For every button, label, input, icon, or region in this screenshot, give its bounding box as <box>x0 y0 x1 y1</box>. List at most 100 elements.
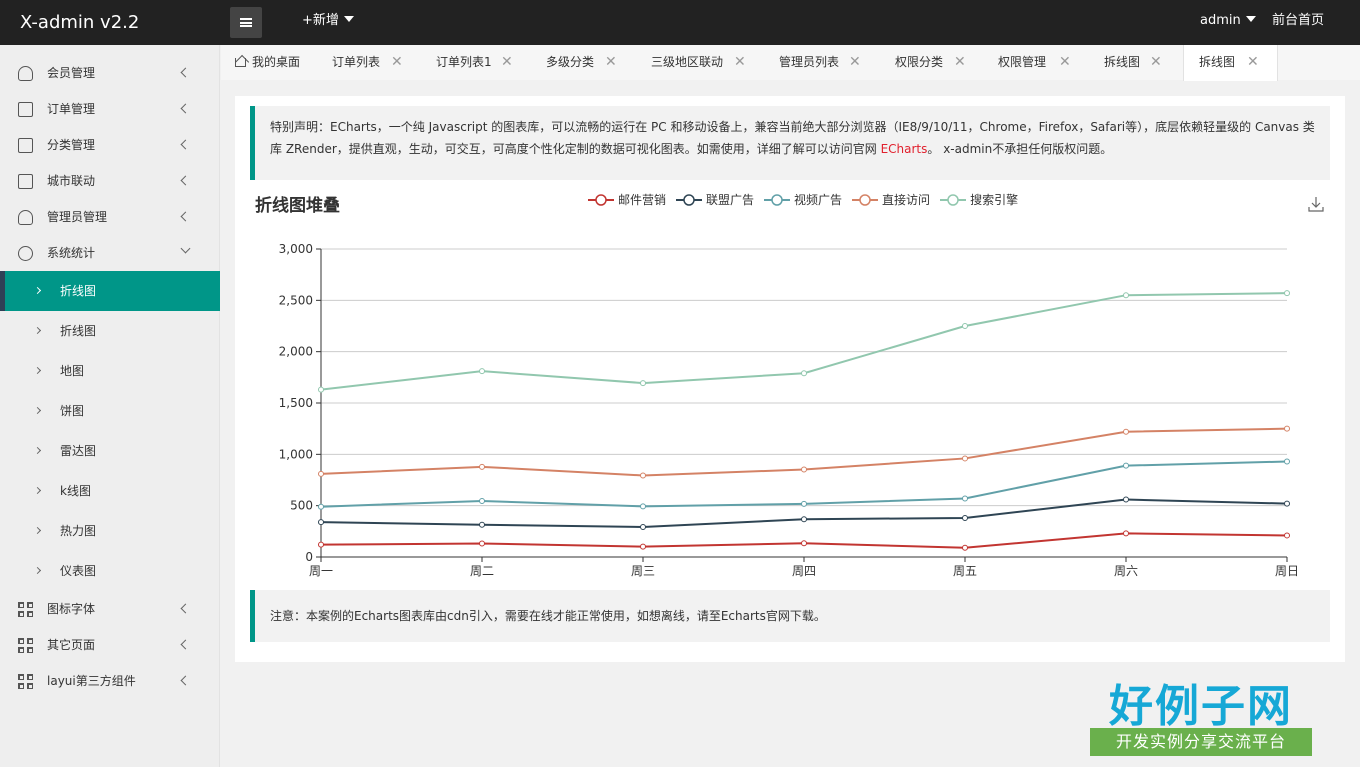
tab-region-linkage[interactable]: 三级地区联动 ✕ <box>651 45 771 80</box>
tab-label: 三级地区联动 <box>651 55 724 69</box>
tab-desktop[interactable]: 我的桌面 <box>235 45 300 80</box>
sidebar-subitem-pie[interactable]: 饼图 <box>0 391 220 431</box>
sidebar-item-categories[interactable]: 分类管理 <box>0 127 220 163</box>
grid-icon <box>18 638 33 653</box>
sidebar-item-admins[interactable]: 管理员管理 <box>0 199 220 235</box>
sidebar-subitem-line-chart[interactable]: 折线图 <box>0 311 220 351</box>
legend-item[interactable]: 搜索引擎 <box>940 191 1018 208</box>
sidebar-item-third-party[interactable]: layui第三方组件 <box>0 663 220 699</box>
x-tick-label: 周二 <box>470 564 494 578</box>
tab-admin-list[interactable]: 管理员列表 ✕ <box>779 45 885 80</box>
data-point <box>318 503 324 510</box>
stats-icon <box>18 246 33 261</box>
close-icon[interactable]: ✕ <box>391 45 403 80</box>
add-new-menu[interactable]: +新增 <box>302 0 354 42</box>
y-tick-label: 0 <box>305 550 313 564</box>
legend-item[interactable]: 联盟广告 <box>676 191 754 208</box>
chevron-left-icon <box>180 67 191 78</box>
tab-order-list[interactable]: 订单列表 ✕ <box>332 45 426 80</box>
content-card: 特别声明：ECharts，一个纯 Javascript 的图表库，可以流畅的运行… <box>235 96 1345 662</box>
category-icon <box>18 138 33 153</box>
tab-bar: 我的桌面 订单列表 ✕ 订单列表1 ✕ 多级分类 ✕ 三级地区联动 ✕ 管理员列… <box>221 45 1360 81</box>
close-icon[interactable]: ✕ <box>849 45 861 80</box>
data-point <box>1123 462 1129 469</box>
echarts-link[interactable]: ECharts <box>881 142 928 156</box>
line-chart: 折线图堆叠 邮件营销 联盟广告 视频广告 直接访问 搜索引擎 0 500 1,000 1,50… <box>250 181 1330 586</box>
legend-item[interactable]: 邮件营销 <box>588 191 666 208</box>
series-line <box>320 427 1288 477</box>
tab-permission-management[interactable]: 权限管理 ✕ <box>998 45 1096 80</box>
menu-toggle-button[interactable] <box>230 7 262 38</box>
close-icon[interactable]: ✕ <box>1059 45 1071 80</box>
sidebar-item-other-pages[interactable]: 其它页面 <box>0 627 220 663</box>
user-menu[interactable]: admin <box>1200 0 1256 42</box>
close-icon[interactable]: ✕ <box>1247 45 1259 80</box>
data-point <box>479 368 485 375</box>
sidebar-item-stats[interactable]: 系统统计 <box>0 235 220 271</box>
sidebar-subitem-map[interactable]: 地图 <box>0 351 220 391</box>
grid-icon <box>18 674 33 689</box>
x-tick-label: 周三 <box>631 564 655 578</box>
tab-multilevel-category[interactable]: 多级分类 ✕ <box>546 45 641 80</box>
legend-item[interactable]: 直接访问 <box>852 191 930 208</box>
sidebar-item-label: layui第三方组件 <box>47 674 136 688</box>
tab-line-chart-active[interactable]: 拆线图 ✕ <box>1183 45 1278 81</box>
data-point <box>801 516 807 523</box>
tab-label: 订单列表1 <box>436 55 492 69</box>
close-icon[interactable]: ✕ <box>1150 45 1162 80</box>
close-icon[interactable]: ✕ <box>954 45 966 80</box>
close-icon[interactable]: ✕ <box>501 45 513 80</box>
sidebar-item-label: 订单管理 <box>47 102 96 116</box>
close-icon[interactable]: ✕ <box>605 45 617 80</box>
y-tick-label: 500 <box>290 499 313 513</box>
chevron-left-icon <box>180 639 191 650</box>
city-icon <box>18 174 33 189</box>
front-page-link[interactable]: 前台首页 <box>1272 0 1324 42</box>
tab-label: 拆线图 <box>1199 55 1236 69</box>
top-header: X-admin v2.2 +新增 admin 前台首页 <box>0 0 1360 45</box>
data-point <box>1284 290 1290 297</box>
sidebar-item-label: 其它页面 <box>47 638 96 652</box>
close-icon[interactable]: ✕ <box>734 45 746 80</box>
tab-permission-category[interactable]: 权限分类 ✕ <box>895 45 991 80</box>
tab-line-chart[interactable]: 拆线图 ✕ <box>1104 45 1182 80</box>
series-line <box>320 460 1288 508</box>
data-point <box>962 514 968 521</box>
tab-label: 订单列表 <box>332 55 381 69</box>
tab-label: 多级分类 <box>546 55 595 69</box>
data-point <box>1284 500 1290 507</box>
sidebar-item-icon-fonts[interactable]: 图标字体 <box>0 591 220 627</box>
data-point <box>1284 425 1290 432</box>
data-point <box>640 543 646 550</box>
chevron-right-icon <box>33 326 42 335</box>
hamburger-icon <box>240 18 252 27</box>
sidebar-item-orders[interactable]: 订单管理 <box>0 91 220 127</box>
sidebar-subitem-gauge[interactable]: 仪表图 <box>0 551 220 591</box>
sidebar-subitem-label: 地图 <box>60 364 85 378</box>
legend-item[interactable]: 视频广告 <box>764 191 842 208</box>
data-point <box>318 386 324 393</box>
sidebar-subitem-kline[interactable]: k线图 <box>0 471 220 511</box>
data-point <box>962 544 968 551</box>
data-point <box>640 380 646 387</box>
legend-label: 直接访问 <box>882 193 931 207</box>
sidebar-item-members[interactable]: 会员管理 <box>0 55 220 91</box>
data-point <box>640 524 646 531</box>
tab-label: 权限管理 <box>998 55 1047 69</box>
sidebar-subitem-radar[interactable]: 雷达图 <box>0 431 220 471</box>
x-tick-label: 周六 <box>1114 564 1138 578</box>
download-icon[interactable] <box>1308 196 1324 212</box>
sidebar-subitem-heatmap[interactable]: 热力图 <box>0 511 220 551</box>
app-logo[interactable]: X-admin v2.2 <box>20 0 139 45</box>
legend-marker-icon <box>764 193 791 206</box>
chevron-left-icon <box>180 103 191 114</box>
data-point <box>801 540 807 547</box>
sidebar-subitem-line-chart-active[interactable]: 折线图 <box>0 271 220 311</box>
chevron-right-icon <box>33 526 42 535</box>
sidebar-item-city[interactable]: 城市联动 <box>0 163 220 199</box>
legend-label: 邮件营销 <box>618 193 667 207</box>
sidebar-item-label: 管理员管理 <box>47 210 108 224</box>
sidebar-item-label: 分类管理 <box>47 138 96 152</box>
tab-order-list-1[interactable]: 订单列表1 ✕ <box>436 45 536 80</box>
data-point <box>479 521 485 528</box>
